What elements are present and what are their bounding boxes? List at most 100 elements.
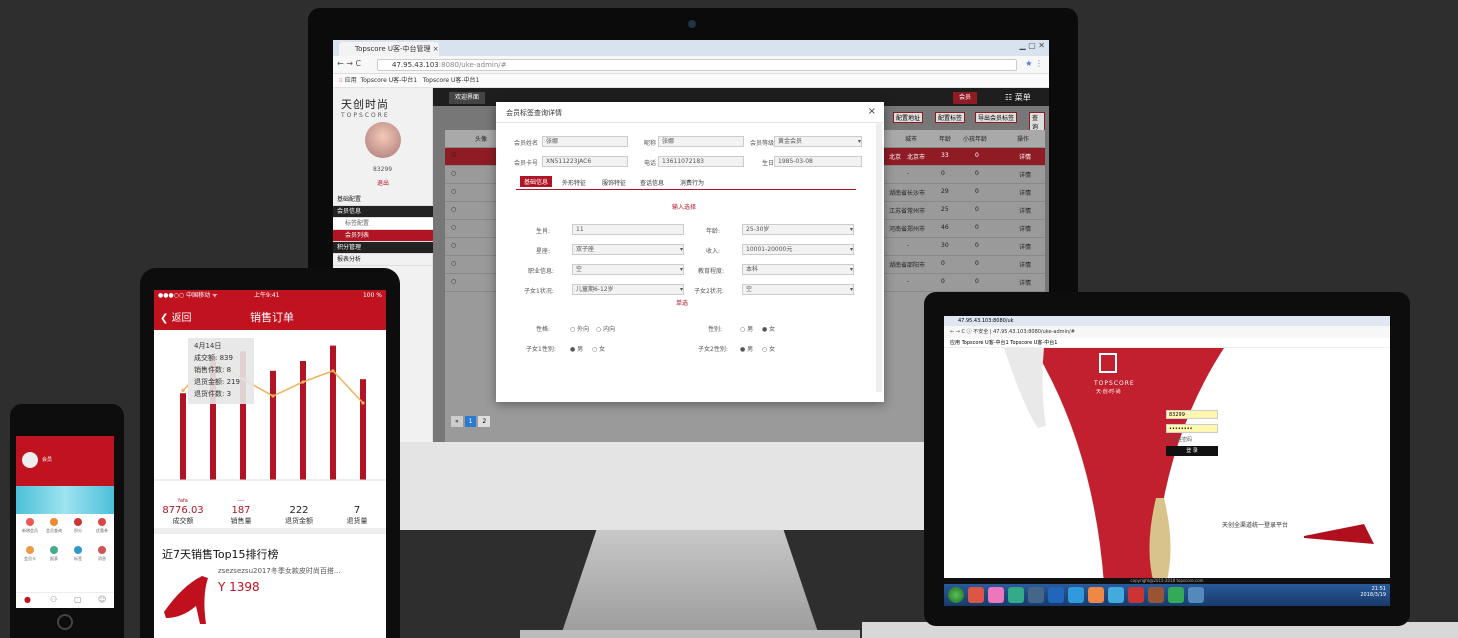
- kid2-select[interactable]: 空 ▾: [742, 284, 854, 295]
- cell-op[interactable]: 详情: [1019, 170, 1031, 179]
- menu-button[interactable]: ☷ 菜单: [999, 92, 1037, 104]
- cell-op[interactable]: 详情: [1019, 206, 1031, 215]
- bookmark-1[interactable]: Topscore U客-中台1: [361, 77, 418, 84]
- taskbar-app-icon[interactable]: [988, 587, 1004, 603]
- taskbar-app-icon[interactable]: [1128, 587, 1144, 603]
- export-tags-button[interactable]: 导出会员标签: [975, 112, 1018, 123]
- login-button[interactable]: 登 录: [1166, 446, 1218, 456]
- cell-op[interactable]: 详情: [1019, 152, 1031, 161]
- tab-query-info[interactable]: 查话信息: [640, 178, 664, 187]
- taskbar-app-icon[interactable]: [1188, 587, 1204, 603]
- chart-point[interactable]: [271, 394, 275, 398]
- back-button[interactable]: ❮ 返回: [160, 309, 192, 324]
- radio-kid2-female[interactable]: ○ 女: [762, 344, 775, 353]
- radio-extrovert[interactable]: ○ 外向: [570, 324, 589, 333]
- row-checkbox[interactable]: ○: [451, 188, 456, 195]
- row-checkbox[interactable]: ○: [451, 278, 456, 285]
- logout-link[interactable]: 退出: [377, 178, 389, 187]
- radio-male[interactable]: ○ 男: [740, 324, 753, 333]
- avatar[interactable]: [22, 452, 38, 468]
- taskbar-app-icon[interactable]: [968, 587, 984, 603]
- row-checkbox[interactable]: ○: [451, 206, 456, 213]
- close-icon[interactable]: ×: [868, 106, 876, 117]
- start-icon[interactable]: [948, 587, 964, 603]
- card-field[interactable]: XN511223JAC6: [542, 156, 628, 167]
- level-select[interactable]: 黄金会员 ▾: [774, 136, 862, 147]
- taskbar-app-icon[interactable]: [1048, 587, 1064, 603]
- chart-point[interactable]: [301, 380, 305, 384]
- user-tab-icon[interactable]: ☺: [98, 595, 106, 604]
- url-input[interactable]: 47.95.43.103:8080/uke-admin/#: [377, 59, 1017, 71]
- name-field[interactable]: 张娜: [542, 136, 628, 147]
- remember-checkbox[interactable]: ☑ 记住密码: [1166, 436, 1192, 443]
- config-address-button[interactable]: 配置地址: [893, 112, 924, 123]
- row-checkbox[interactable]: ○: [451, 224, 456, 231]
- browser-tab[interactable]: Topscore U客-中台管理 ×: [339, 42, 439, 56]
- radio-kid2-male[interactable]: ● 男: [740, 344, 753, 353]
- taskbar-app-icon[interactable]: [1028, 587, 1044, 603]
- chart-bar[interactable]: [180, 393, 186, 480]
- banner-image[interactable]: [16, 486, 114, 514]
- sidebar-item-member-list[interactable]: 会员列表: [333, 230, 433, 242]
- sidebar-item-points[interactable]: 积分管理: [333, 242, 433, 254]
- page-prev[interactable]: «: [451, 416, 463, 427]
- tab-appearance[interactable]: 外形特征: [562, 178, 586, 187]
- chart-bar[interactable]: [330, 345, 336, 480]
- window-controls[interactable]: ▁ ▢ ✕: [1020, 41, 1046, 50]
- chart-bar[interactable]: [300, 361, 306, 480]
- dialog-scrollbar[interactable]: [876, 122, 882, 392]
- home-tab-icon[interactable]: ●: [24, 595, 31, 604]
- tab-member[interactable]: 会员: [953, 92, 978, 104]
- star-sign-select[interactable]: 双子座 ▾: [572, 244, 684, 255]
- chart-bar[interactable]: [360, 379, 366, 480]
- tablet-url-bar[interactable]: ← → C ⓘ 不安全 | 47.95.43.103:8080/uke-admi…: [944, 326, 1390, 338]
- taskbar-app-icon[interactable]: [1108, 587, 1124, 603]
- tab-welcome[interactable]: 欢迎界面: [449, 92, 486, 104]
- cell-op[interactable]: 详情: [1019, 224, 1031, 233]
- sidebar-item-member-info[interactable]: 会员信息: [333, 206, 433, 218]
- bookmark-2[interactable]: Topscore U客-中台1: [423, 77, 480, 84]
- edu-select[interactable]: 本科 ▾: [742, 264, 854, 275]
- taskbar-app-icon[interactable]: [1068, 587, 1084, 603]
- sidebar-item-reports[interactable]: 报表分析: [333, 254, 433, 266]
- income-select[interactable]: 10001-20000元 ▾: [742, 244, 854, 255]
- taskbar-app-icon[interactable]: [1088, 587, 1104, 603]
- small-menu-item[interactable]: 消息: [90, 546, 114, 562]
- kid1-select[interactable]: 儿童期6-12岁 ▾: [572, 284, 684, 295]
- avatar[interactable]: [365, 122, 401, 158]
- cell-op[interactable]: 详情: [1019, 188, 1031, 197]
- birth-field[interactable]: 1985-03-08: [774, 156, 862, 167]
- taskbar-app-icon[interactable]: [1148, 587, 1164, 603]
- radio-kid1-male[interactable]: ● 男: [570, 344, 583, 353]
- zodiac-field[interactable]: 11: [572, 224, 684, 235]
- page-1[interactable]: 1: [464, 416, 477, 427]
- chart-bar[interactable]: [270, 370, 276, 480]
- small-menu-item[interactable]: 报表: [42, 546, 66, 562]
- query-button[interactable]: 查询: [1029, 112, 1045, 132]
- radio-kid1-female[interactable]: ○ 女: [592, 344, 605, 353]
- home-button[interactable]: [57, 614, 73, 630]
- small-menu-item[interactable]: 新增会员: [18, 518, 42, 534]
- star-icon[interactable]: ★ ⋮: [1025, 59, 1043, 68]
- nav-arrows-icon[interactable]: ← → C: [337, 59, 361, 68]
- row-checkbox[interactable]: ○: [451, 260, 456, 267]
- cell-op[interactable]: 详情: [1019, 278, 1031, 287]
- chart-point[interactable]: [361, 401, 365, 405]
- small-menu-item[interactable]: 会员卡: [18, 546, 42, 562]
- tablet-tab[interactable]: 47.95.43.103:8080/uk: [944, 316, 1390, 326]
- age-select[interactable]: 25-30岁 ▾: [742, 224, 854, 235]
- small-menu-item[interactable]: 积分: [66, 518, 90, 534]
- small-menu-item[interactable]: 会员查询: [42, 518, 66, 534]
- phone-field[interactable]: 13611072183: [658, 156, 744, 167]
- product-item[interactable]: zsezsezsu2017冬季女款皮时尚百搭... Y 1398: [162, 566, 378, 638]
- taskbar-app-icon[interactable]: [1008, 587, 1024, 603]
- row-checkbox[interactable]: ○: [451, 170, 456, 177]
- people-tab-icon[interactable]: ⚇: [50, 595, 57, 604]
- row-checkbox[interactable]: ○: [451, 242, 456, 249]
- tab-clothing[interactable]: 服饰特征: [602, 178, 626, 187]
- nick-field[interactable]: 张娜: [658, 136, 744, 147]
- tab-basic-info[interactable]: 基础信息: [520, 176, 553, 187]
- job-select[interactable]: 空 ▾: [572, 264, 684, 275]
- small-menu-item[interactable]: 标签: [66, 546, 90, 562]
- password-input[interactable]: ••••••••: [1166, 424, 1218, 433]
